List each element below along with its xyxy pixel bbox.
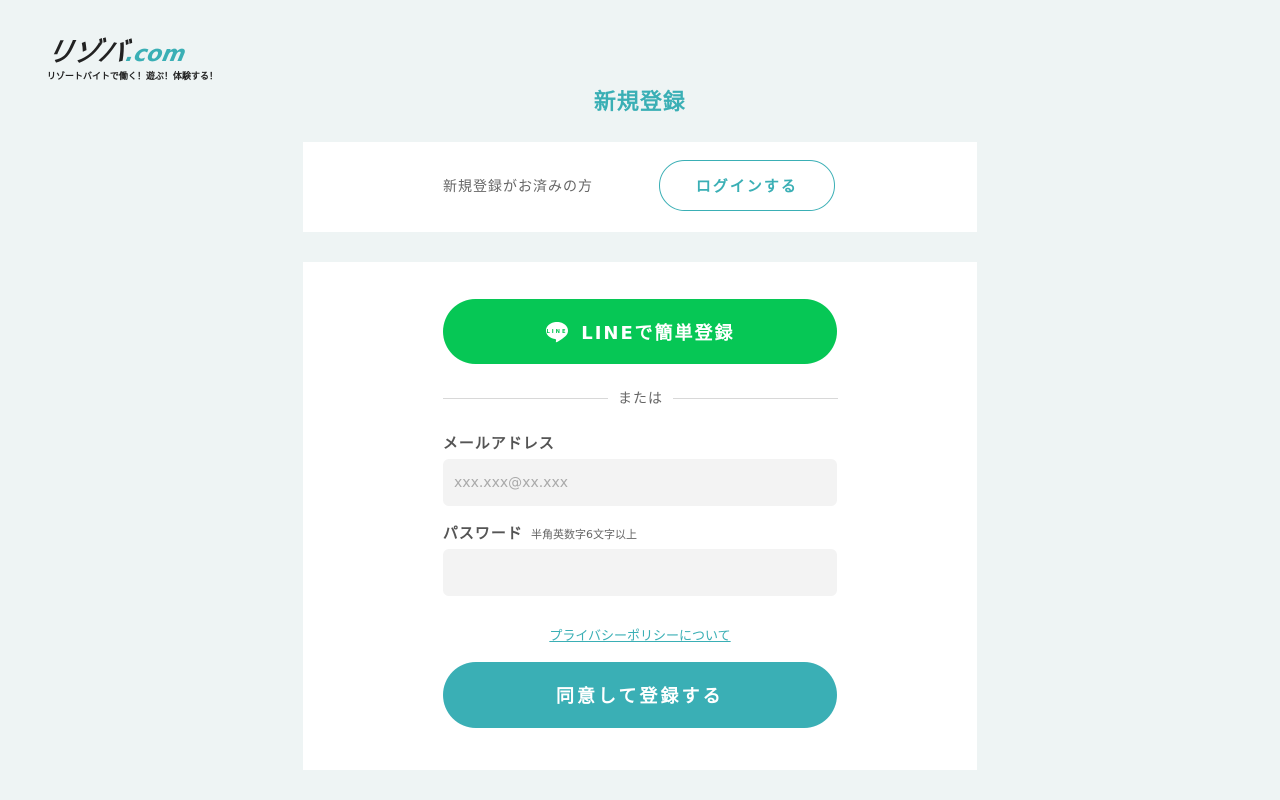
login-prompt: 新規登録がお済みの方 xyxy=(443,179,593,195)
line-register-button[interactable]: LINE LINEで簡単登録 xyxy=(443,299,837,364)
email-label: メールアドレス xyxy=(443,432,555,453)
divider-text: または xyxy=(618,391,663,407)
login-panel: 新規登録がお済みの方 ログインする xyxy=(303,142,977,232)
logo-com-text: .com xyxy=(123,42,189,67)
privacy-policy-link-text[interactable]: プライバシーポリシーについて xyxy=(549,629,730,644)
page-title: 新規登録 xyxy=(593,90,686,115)
divider-line-right xyxy=(673,397,838,399)
line-register-label: LINEで簡単登録 xyxy=(581,322,735,344)
logo-main-text: リゾバ xyxy=(43,37,129,68)
svg-text:LINE: LINE xyxy=(547,328,568,334)
email-field[interactable] xyxy=(443,459,837,506)
agree-register-button[interactable]: 同意して登録する xyxy=(443,662,837,728)
password-label-text: パスワード xyxy=(443,524,524,542)
login-button[interactable]: ログインする xyxy=(659,160,835,211)
password-hint: 半角英数字6文字以上 xyxy=(531,528,638,541)
site-logo[interactable]: リゾバ .com リゾートバイトで働く！遊ぶ！体験する！ xyxy=(43,36,247,82)
line-icon: LINE xyxy=(546,321,569,342)
logo-tagline: リゾートバイトで働く！遊ぶ！体験する！ xyxy=(47,72,219,82)
divider-line-left xyxy=(443,397,608,399)
password-field[interactable] xyxy=(443,549,837,596)
email-label-text: メールアドレス xyxy=(443,434,556,452)
password-label: パスワード 半角英数字6文字以上 xyxy=(443,522,637,543)
or-divider: または xyxy=(443,388,838,408)
register-panel: LINE LINEで簡単登録 または メールアドレス パスワード半角英数字6文字… xyxy=(303,262,977,770)
logo-mark: リゾバ .com xyxy=(43,36,247,68)
page: リゾバ .com リゾートバイトで働く！遊ぶ！体験する！ 新規登録 新規登録がお… xyxy=(0,0,1280,800)
privacy-policy-link: プライバシーポリシーについて xyxy=(303,625,977,644)
